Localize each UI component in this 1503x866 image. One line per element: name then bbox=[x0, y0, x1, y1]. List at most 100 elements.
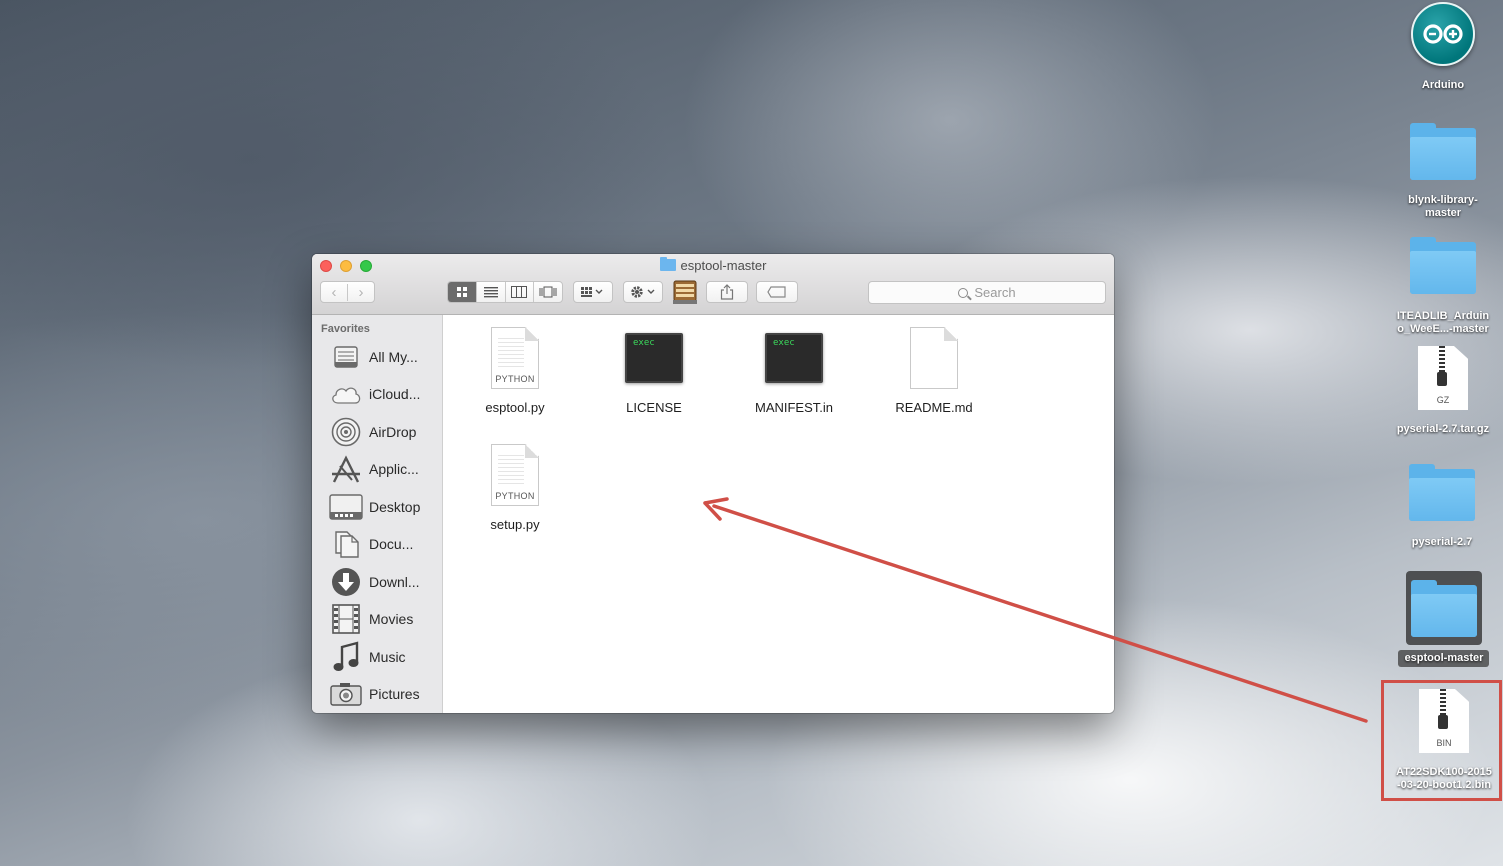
file-name: LICENSE bbox=[626, 400, 682, 415]
desktop-item-label: blynk-library-master bbox=[1408, 194, 1478, 219]
sidebar: Favorites All My... iCloud... AirDrop Ap… bbox=[312, 315, 443, 713]
column-view-button[interactable] bbox=[504, 282, 534, 302]
desktop-icon bbox=[329, 492, 363, 522]
tag-icon bbox=[767, 286, 786, 298]
sidebar-item-label: Movies bbox=[369, 611, 414, 627]
icon-view-icon bbox=[456, 287, 467, 297]
finder-window: esptool-master ‹ › Search Favorites All … bbox=[312, 254, 1114, 713]
sidebar-item-movies[interactable]: Movies bbox=[329, 603, 443, 635]
file-type-tag: PYTHON bbox=[495, 374, 535, 384]
sidebar-item-label: Music bbox=[369, 649, 406, 665]
pictures-icon bbox=[329, 679, 363, 709]
folder-icon bbox=[1411, 580, 1477, 637]
blank-file-icon bbox=[910, 327, 958, 389]
sidebar-item-music[interactable]: Music bbox=[329, 641, 443, 673]
desktop-item-iteadlib[interactable]: ITEADLIB_Arduin o_WeeE...-master bbox=[1391, 237, 1495, 336]
file-item-esptool-py[interactable]: PYTHON esptool.py bbox=[450, 323, 580, 416]
all-my-files-icon bbox=[329, 342, 363, 372]
desktop-item-blynk-library-master[interactable]: blynk-library-master bbox=[1391, 123, 1495, 220]
gear-icon bbox=[631, 286, 655, 298]
annotation-highlight-box bbox=[1381, 680, 1502, 801]
list-view-button[interactable] bbox=[475, 282, 505, 302]
movies-icon bbox=[329, 604, 363, 634]
sidebar-item-desktop[interactable]: Desktop bbox=[329, 491, 443, 523]
folder-icon bbox=[1410, 123, 1476, 180]
archive-utility-button[interactable] bbox=[672, 278, 698, 306]
sidebar-item-label: Docu... bbox=[369, 536, 414, 552]
sidebar-item-pictures[interactable]: Pictures bbox=[329, 678, 443, 710]
file-type-tag: GZ bbox=[1436, 395, 1450, 405]
sidebar-item-all-my-files[interactable]: All My... bbox=[329, 341, 443, 373]
list-view-icon bbox=[483, 287, 498, 298]
archive-file-icon: GZ bbox=[1418, 346, 1468, 410]
archive-utility-icon bbox=[673, 280, 697, 304]
search-icon bbox=[958, 287, 969, 298]
music-icon bbox=[329, 641, 363, 672]
share-icon bbox=[720, 284, 734, 300]
desktop-item-label: ITEADLIB_Arduin o_WeeE...-master bbox=[1396, 310, 1490, 335]
exec-file-icon: exec bbox=[765, 333, 823, 383]
cover-flow-button[interactable] bbox=[533, 282, 562, 302]
file-item-license[interactable]: exec LICENSE bbox=[589, 323, 719, 416]
file-name: MANIFEST.in bbox=[754, 400, 833, 415]
python-file-icon: PYTHON bbox=[491, 327, 539, 389]
exec-file-icon: exec bbox=[625, 333, 683, 383]
desktop-item-label: Arduino bbox=[1421, 79, 1465, 91]
airdrop-icon bbox=[329, 417, 363, 447]
sidebar-item-label: Downl... bbox=[369, 574, 420, 590]
sidebar-heading: Favorites bbox=[321, 323, 370, 335]
sidebar-item-label: Applic... bbox=[369, 461, 419, 477]
sidebar-item-applications[interactable]: Applic... bbox=[329, 453, 443, 485]
file-type-tag: PYTHON bbox=[495, 491, 535, 501]
window-title-text: esptool-master bbox=[680, 258, 767, 273]
folder-icon bbox=[659, 257, 676, 271]
python-file-icon: PYTHON bbox=[491, 444, 539, 506]
arduino-app-icon bbox=[1411, 2, 1475, 66]
window-title: esptool-master bbox=[312, 257, 1114, 274]
sidebar-item-airdrop[interactable]: AirDrop bbox=[329, 416, 443, 448]
view-mode-selector bbox=[447, 281, 563, 303]
tags-button[interactable] bbox=[756, 281, 798, 303]
sidebar-item-label: Pictures bbox=[369, 686, 420, 702]
sidebar-item-documents[interactable]: Docu... bbox=[329, 528, 443, 560]
icloud-icon bbox=[329, 379, 363, 409]
file-name: setup.py bbox=[490, 517, 540, 532]
file-grid: PYTHON esptool.py exec LICENSE exec MANI… bbox=[443, 315, 1114, 713]
file-item-readme-md[interactable]: README.md bbox=[869, 323, 999, 416]
folder-icon bbox=[1410, 237, 1476, 294]
desktop-item-pyserial-tar-gz[interactable]: GZ pyserial-2.7.tar.gz bbox=[1391, 346, 1495, 436]
action-button[interactable] bbox=[623, 281, 663, 303]
file-item-setup-py[interactable]: PYTHON setup.py bbox=[450, 440, 580, 533]
search-input[interactable]: Search bbox=[868, 281, 1106, 304]
sidebar-item-downloads[interactable]: Downl... bbox=[329, 566, 443, 598]
applications-icon bbox=[329, 454, 363, 484]
search-placeholder: Search bbox=[974, 285, 1016, 300]
sidebar-item-label: Desktop bbox=[369, 499, 421, 515]
sidebar-item-icloud[interactable]: iCloud... bbox=[329, 378, 443, 410]
desktop-item-pyserial-2-7[interactable]: pyserial-2.7 bbox=[1390, 464, 1494, 549]
navigation-buttons: ‹ › bbox=[320, 281, 375, 303]
desktop-item-label: esptool-master bbox=[1404, 652, 1484, 664]
icon-view-button[interactable] bbox=[448, 282, 476, 302]
desktop-item-label: pyserial-2.7 bbox=[1411, 536, 1473, 548]
documents-icon bbox=[329, 529, 363, 559]
arrange-icon bbox=[581, 287, 603, 297]
file-item-manifest-in[interactable]: exec MANIFEST.in bbox=[729, 323, 859, 416]
forward-button[interactable]: › bbox=[347, 283, 374, 301]
sidebar-item-label: iCloud... bbox=[369, 386, 421, 402]
desktop-item-esptool-master[interactable]: esptool-master bbox=[1392, 580, 1496, 665]
file-name: esptool.py bbox=[485, 400, 545, 415]
toolbar: esptool-master ‹ › Search bbox=[312, 254, 1114, 315]
arrange-button[interactable] bbox=[573, 281, 613, 303]
sidebar-item-label: AirDrop bbox=[369, 424, 417, 440]
folder-icon bbox=[1409, 464, 1475, 521]
desktop-item-label: pyserial-2.7.tar.gz bbox=[1396, 423, 1490, 435]
column-view-icon bbox=[511, 286, 528, 298]
share-button[interactable] bbox=[706, 281, 748, 303]
desktop-item-arduino[interactable]: Arduino bbox=[1391, 2, 1495, 92]
file-type-tag: exec bbox=[633, 338, 655, 348]
file-type-tag: exec bbox=[773, 338, 795, 348]
sidebar-item-label: All My... bbox=[369, 349, 418, 365]
back-button[interactable]: ‹ bbox=[321, 284, 347, 301]
downloads-icon bbox=[329, 567, 363, 597]
